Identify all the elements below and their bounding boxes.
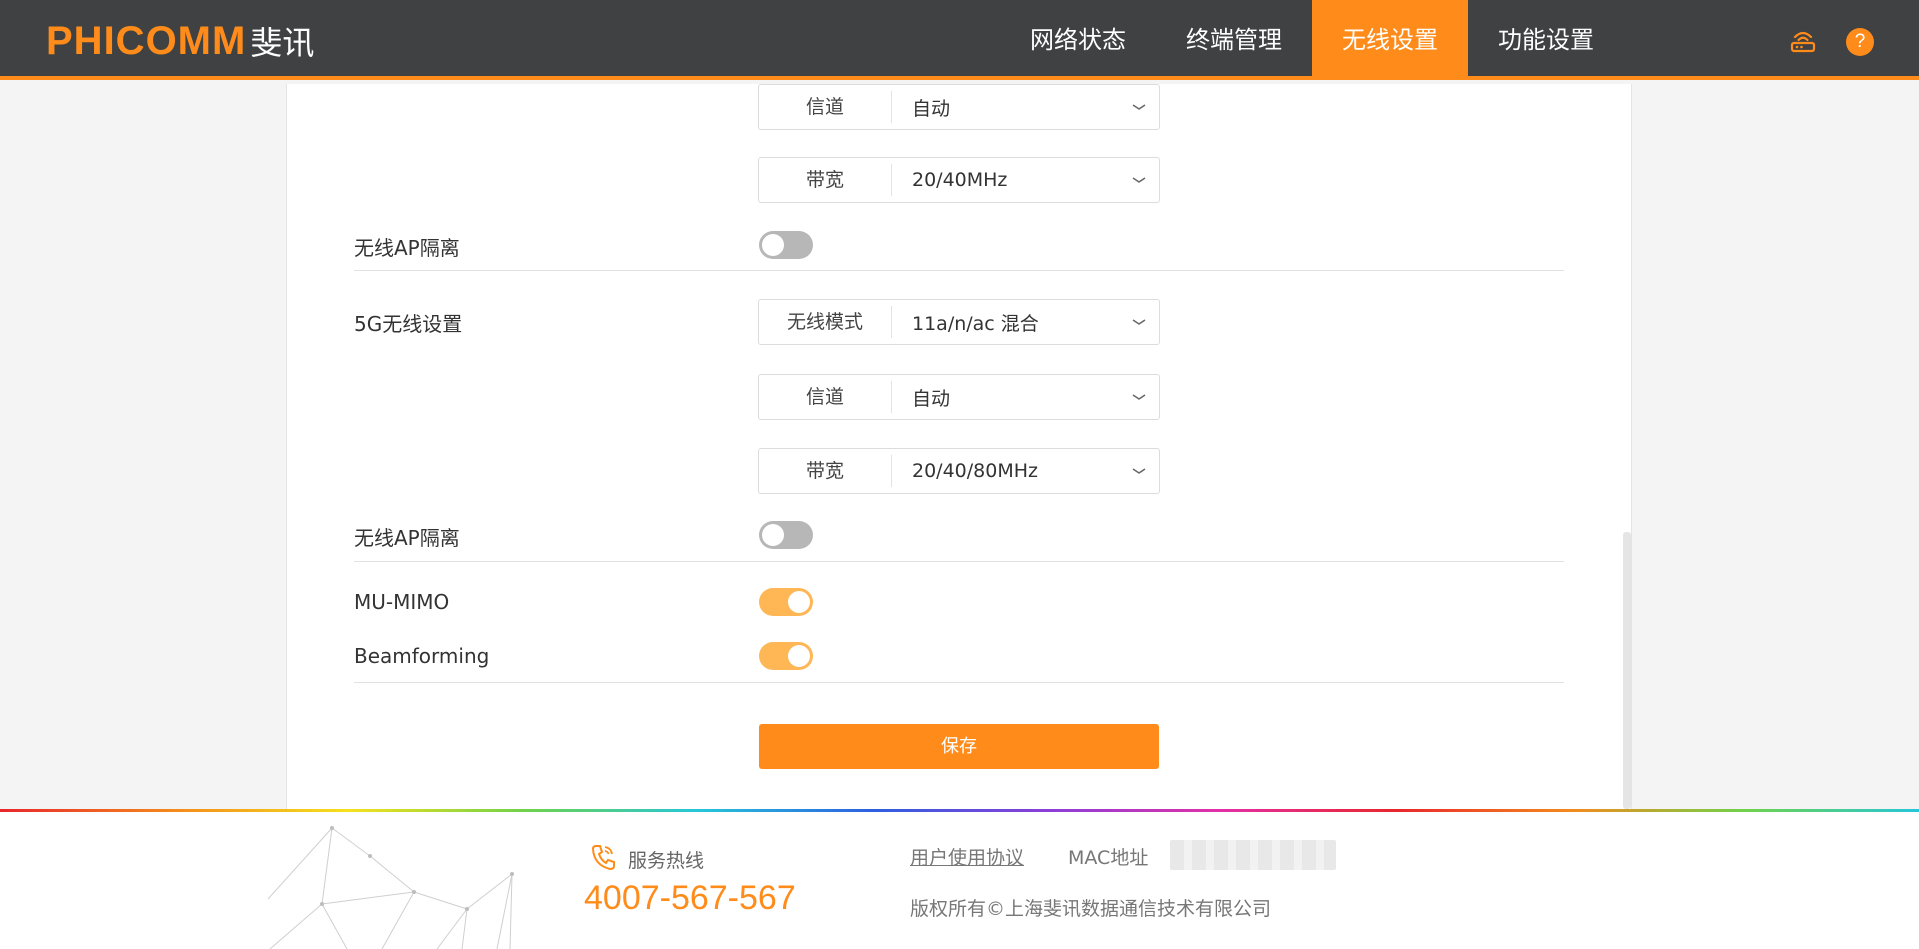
field-label: 无线模式 [759, 306, 892, 338]
router-icon[interactable] [1790, 28, 1816, 54]
network-decoration-graphic [267, 826, 514, 949]
chevron-down-icon [1119, 374, 1159, 420]
user-agreement-link[interactable]: 用户使用协议 [910, 843, 1024, 870]
field-label: 带宽 [759, 164, 892, 196]
bandwidth-24g-select[interactable]: 带宽 20/40MHz [758, 157, 1160, 203]
wireless-mode-5g-select[interactable]: 无线模式 11a/n/ac 混合 [758, 299, 1160, 345]
nav-function-settings[interactable]: 功能设置 [1468, 0, 1624, 80]
hotline-number: 4007-567-567 [584, 879, 796, 917]
chevron-down-icon [1119, 84, 1159, 130]
mac-address-value-blurred [1170, 840, 1336, 870]
section-divider [354, 270, 1564, 271]
phicomm-logo[interactable]: PHICOMM 斐讯 [46, 18, 315, 63]
field-value: 20/40MHz [912, 169, 1008, 191]
copyright-text: 版权所有©上海斐讯数据通信技术有限公司 [910, 898, 1272, 920]
main-nav: 网络状态 终端管理 无线设置 功能设置 [1000, 0, 1624, 80]
logo-text-cn: 斐讯 [250, 24, 315, 62]
field-value: 20/40/80MHz [912, 460, 1038, 482]
ap-isolation-24g-toggle[interactable] [759, 231, 813, 259]
bandwidth-5g-select[interactable]: 带宽 20/40/80MHz [758, 448, 1160, 494]
beamforming-toggle[interactable] [759, 642, 813, 670]
nav-network-status[interactable]: 网络状态 [1000, 0, 1156, 80]
channel-5g-select[interactable]: 信道 自动 [758, 374, 1160, 420]
nav-device-management[interactable]: 终端管理 [1156, 0, 1312, 80]
save-button[interactable]: 保存 [759, 724, 1159, 769]
top-header: PHICOMM 斐讯 网络状态 终端管理 无线设置 功能设置 ? [0, 0, 1919, 80]
chevron-down-icon [1119, 299, 1159, 345]
hotline-label: 服务热线 [628, 850, 705, 872]
5g-section-label: 5G无线设置 [354, 312, 463, 336]
mu-mimo-toggle[interactable] [759, 588, 813, 616]
toggle-knob [788, 591, 810, 613]
chevron-down-icon [1119, 448, 1159, 494]
field-value: 11a/n/ac 混合 [912, 312, 1039, 335]
ap-isolation-5g-label: 无线AP隔离 [354, 526, 460, 550]
section-divider [354, 561, 1564, 562]
field-label: 信道 [759, 91, 892, 123]
ap-isolation-24g-label: 无线AP隔离 [354, 236, 460, 260]
phone-icon [591, 845, 615, 871]
chevron-down-icon [1119, 157, 1159, 203]
beamforming-label: Beamforming [354, 644, 490, 668]
mac-address-label: MAC地址 [1068, 847, 1149, 869]
toggle-knob [762, 234, 784, 256]
field-value: 自动 [912, 97, 951, 120]
field-label: 信道 [759, 381, 892, 413]
mu-mimo-label: MU-MIMO [354, 590, 450, 614]
toggle-knob [762, 524, 784, 546]
ap-isolation-5g-toggle[interactable] [759, 521, 813, 549]
logo-text-en: PHICOMM [46, 19, 247, 63]
field-label: 带宽 [759, 455, 892, 487]
nav-wireless-settings[interactable]: 无线设置 [1312, 0, 1468, 80]
scrollbar-thumb[interactable] [1623, 532, 1631, 809]
channel-24g-select[interactable]: 信道 自动 [758, 84, 1160, 130]
toggle-knob [788, 645, 810, 667]
section-divider [354, 682, 1564, 683]
help-icon[interactable]: ? [1846, 28, 1874, 56]
field-value: 自动 [912, 387, 951, 410]
